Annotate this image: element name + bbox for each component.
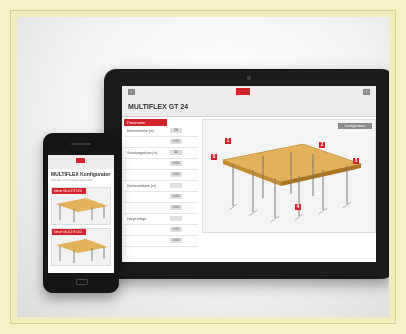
parameter-row[interactable]: 0.00 bbox=[124, 170, 198, 181]
parameter-value[interactable] bbox=[170, 183, 182, 188]
parameter-label: Deckenstützen [m] bbox=[127, 184, 156, 188]
parameter-value[interactable]: 0.00 bbox=[170, 172, 182, 177]
parameter-value[interactable]: 0.00 bbox=[170, 139, 182, 144]
parameter-row[interactable]: 0.00 bbox=[124, 225, 198, 236]
phone-screen: MULTIFLEX Konfigurator Schnell- und Mobi… bbox=[48, 155, 114, 273]
parameter-row[interactable]: 0.00 bbox=[124, 159, 198, 170]
parameter-label: Haupt-träger bbox=[127, 217, 147, 221]
marker-1[interactable]: 1 bbox=[225, 138, 231, 144]
image-frame: ‹ › MULTIFLEX GT 24 Parameter Betonierhö… bbox=[10, 10, 396, 324]
brand-logo bbox=[76, 158, 85, 163]
parameter-label: Schalungsdicke [m] bbox=[127, 151, 158, 155]
phone-card[interactable]: Neue MULTIFLEX GT bbox=[51, 187, 111, 225]
parameter-value[interactable]: 0.00 bbox=[170, 205, 182, 210]
marker-4[interactable]: 4 bbox=[295, 204, 301, 210]
parameter-value[interactable]: 25 bbox=[170, 128, 182, 133]
parameter-label: Betonierhöhe [m] bbox=[127, 129, 154, 133]
parameter-value[interactable]: 0.00 bbox=[170, 161, 182, 166]
parameter-row[interactable]: 0.00 bbox=[124, 203, 198, 214]
product-photo: ‹ › MULTIFLEX GT 24 Parameter Betonierhö… bbox=[17, 17, 389, 317]
parameter-row[interactable]: 0.00 bbox=[124, 236, 198, 247]
parameter-value[interactable]: 0.00 bbox=[170, 227, 182, 232]
parameter-tab[interactable]: Parameter bbox=[124, 119, 167, 126]
tablet-device: ‹ › MULTIFLEX GT 24 Parameter Betonierhö… bbox=[104, 69, 389, 279]
marker-2[interactable]: 2 bbox=[319, 142, 325, 148]
brand-logo bbox=[236, 88, 250, 95]
formwork-thumbnail bbox=[56, 239, 108, 263]
parameter-row[interactable]: 0.00 bbox=[124, 137, 198, 148]
home-button[interactable] bbox=[76, 279, 88, 285]
parameter-panel: Parameter Betonierhöhe [m] 25 0.00 Schalung… bbox=[124, 119, 198, 261]
parameter-value[interactable] bbox=[170, 216, 182, 221]
formwork-thumbnail bbox=[56, 198, 108, 222]
parameter-row[interactable]: Schalungsdicke [m] 30 bbox=[124, 148, 198, 159]
phone-subtitle: Schnell- und Mobilkonfiguration bbox=[51, 178, 93, 182]
parameter-row[interactable]: Deckenstützen [m] bbox=[124, 181, 198, 192]
parameter-row[interactable]: 0.00 bbox=[124, 192, 198, 203]
phone-speaker bbox=[71, 143, 91, 145]
parameter-row[interactable]: Betonierhöhe [m] 25 bbox=[124, 126, 198, 137]
parameter-value[interactable]: 0.00 bbox=[170, 238, 182, 243]
phone-title: MULTIFLEX Konfigurator bbox=[51, 172, 111, 178]
back-icon[interactable]: ‹ bbox=[128, 89, 135, 95]
marker-3[interactable]: 3 bbox=[353, 158, 359, 164]
tablet-title: MULTIFLEX GT 24 bbox=[128, 104, 189, 111]
forward-icon[interactable]: › bbox=[363, 89, 370, 95]
tablet-header: ‹ › MULTIFLEX GT 24 bbox=[122, 86, 376, 117]
phone-card[interactable]: Neue MULTIFLEX GT bbox=[51, 228, 111, 266]
tablet-screen: ‹ › MULTIFLEX GT 24 Parameter Betonierhö… bbox=[122, 86, 376, 262]
parameter-row[interactable]: Haupt-träger bbox=[124, 214, 198, 225]
parameter-value[interactable]: 0.00 bbox=[170, 194, 182, 199]
formwork-illustration bbox=[221, 143, 363, 223]
tablet-camera bbox=[247, 76, 251, 80]
parameter-value[interactable]: 30 bbox=[170, 150, 182, 155]
phone-header bbox=[48, 155, 114, 169]
marker-5[interactable]: 5 bbox=[211, 154, 217, 160]
phone-device: MULTIFLEX Konfigurator Schnell- und Mobi… bbox=[43, 133, 119, 293]
formwork-3d-view[interactable]: Konfiguration speichern 1 2 3 4 5 bbox=[202, 119, 376, 233]
